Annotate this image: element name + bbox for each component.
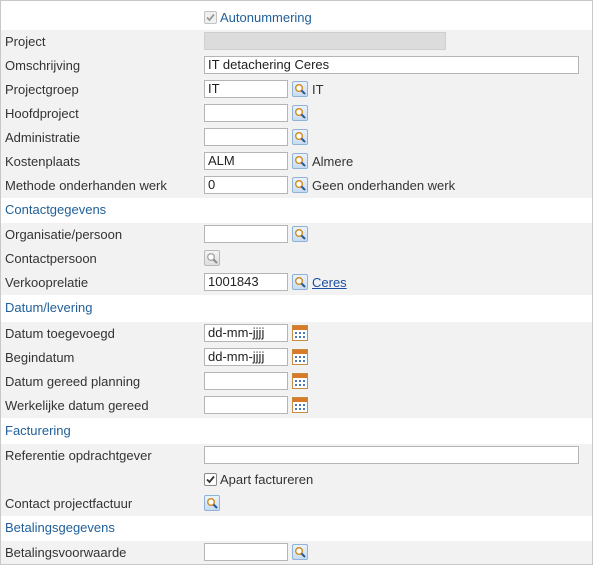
organisatie-row: Organisatie/persoon [1,223,592,247]
kostenplaats-label: Kostenplaats [5,154,81,169]
methode-label: Methode onderhanden werk [5,178,167,193]
apart-factureren-checkbox[interactable] [204,473,217,486]
section-title: Facturering [5,423,71,438]
methode-row: Methode onderhanden werk 0 Geen onderhan… [1,174,592,198]
search-icon[interactable] [292,177,308,193]
search-icon[interactable] [292,105,308,121]
verkooprelatie-input[interactable]: 1001843 [204,273,288,291]
werkelijke-datum-row: Werkelijke datum gereed [1,394,592,418]
datum-gereed-planning-input[interactable] [204,372,288,390]
search-icon[interactable] [204,495,220,511]
autonummering-label: Autonummering [220,10,312,25]
projectgroep-description: IT [312,82,324,97]
begindatum-row: Begindatum dd-mm-jjjj [1,346,592,370]
search-icon[interactable] [292,544,308,560]
search-icon[interactable] [292,226,308,242]
organisatie-label: Organisatie/persoon [5,227,123,242]
section-datum-levering: Datum/levering [1,296,592,320]
werkelijke-datum-label: Werkelijke datum gereed [5,398,149,413]
project-form: Autonummering Project Omschrijving IT de… [0,0,593,565]
kostenplaats-description: Almere [312,154,354,169]
projectgroep-row: Projectgroep IT IT [1,78,592,102]
contact-projectfactuur-label: Contact projectfactuur [5,496,133,511]
projectgroep-input[interactable]: IT [204,80,288,98]
verkooprelatie-link[interactable]: Ceres [312,275,347,290]
project-input [204,32,446,50]
calendar-icon[interactable] [292,325,308,341]
verkooprelatie-label: Verkooprelatie [5,275,89,290]
betalingsvoorwaarde-input[interactable] [204,543,288,561]
kostenplaats-input[interactable]: ALM [204,152,288,170]
autonummering-checkbox[interactable] [204,11,217,24]
referentie-label: Referentie opdrachtgever [5,448,152,463]
werkelijke-datum-input[interactable] [204,396,288,414]
kostenplaats-row: Kostenplaats ALM Almere [1,150,592,174]
hoofdproject-input[interactable] [204,104,288,122]
administratie-row: Administratie [1,126,592,150]
begindatum-label: Begindatum [5,350,75,365]
project-row: Project [1,30,592,54]
hoofdproject-label: Hoofdproject [5,106,79,121]
organisatie-input[interactable] [204,225,288,243]
checkmark-icon [206,475,215,484]
omschrijving-input[interactable]: IT detachering Ceres [204,56,579,74]
referentie-row: Referentie opdrachtgever [1,444,592,468]
autonummering-row: Autonummering [1,6,592,30]
section-title: Contactgegevens [5,202,107,217]
search-icon[interactable] [292,274,308,290]
datum-toegevoegd-row: Datum toegevoegd dd-mm-jjjj [1,322,592,346]
methode-description: Geen onderhanden werk [312,178,456,193]
search-icon [204,250,220,266]
omschrijving-label: Omschrijving [5,58,81,73]
referentie-input[interactable] [204,446,579,464]
methode-input[interactable]: 0 [204,176,288,194]
hoofdproject-row: Hoofdproject [1,102,592,126]
datum-gereed-planning-row: Datum gereed planning [1,370,592,394]
contact-projectfactuur-row: Contact projectfactuur [1,492,592,516]
section-contactgegevens: Contactgegevens [1,198,592,222]
project-label: Project [5,34,46,49]
apart-factureren-label: Apart factureren [220,472,314,487]
apart-factureren-row: Apart factureren [1,468,592,492]
contactpersoon-row: Contactpersoon [1,247,592,271]
section-facturering: Facturering [1,419,592,443]
calendar-icon[interactable] [292,397,308,413]
betalingsvoorwaarde-label: Betalingsvoorwaarde [5,545,127,560]
datum-toegevoegd-label: Datum toegevoegd [5,326,115,341]
search-icon[interactable] [292,129,308,145]
checkmark-icon [206,13,215,22]
omschrijving-row: Omschrijving IT detachering Ceres [1,54,592,78]
section-betalingsgegevens: Betalingsgegevens [1,516,592,540]
begindatum-input[interactable]: dd-mm-jjjj [204,348,288,366]
administratie-input[interactable] [204,128,288,146]
datum-gereed-planning-label: Datum gereed planning [5,374,141,389]
section-title: Datum/levering [5,300,93,315]
betalingsvoorwaarde-row: Betalingsvoorwaarde [1,541,592,564]
contactpersoon-label: Contactpersoon [5,251,97,266]
calendar-icon[interactable] [292,349,308,365]
calendar-icon[interactable] [292,373,308,389]
search-icon[interactable] [292,81,308,97]
verkooprelatie-row: Verkooprelatie 1001843 Ceres [1,271,592,295]
administratie-label: Administratie [5,130,81,145]
section-title: Betalingsgegevens [5,520,115,535]
projectgroep-label: Projectgroep [5,82,79,97]
datum-toegevoegd-input[interactable]: dd-mm-jjjj [204,324,288,342]
search-icon[interactable] [292,153,308,169]
